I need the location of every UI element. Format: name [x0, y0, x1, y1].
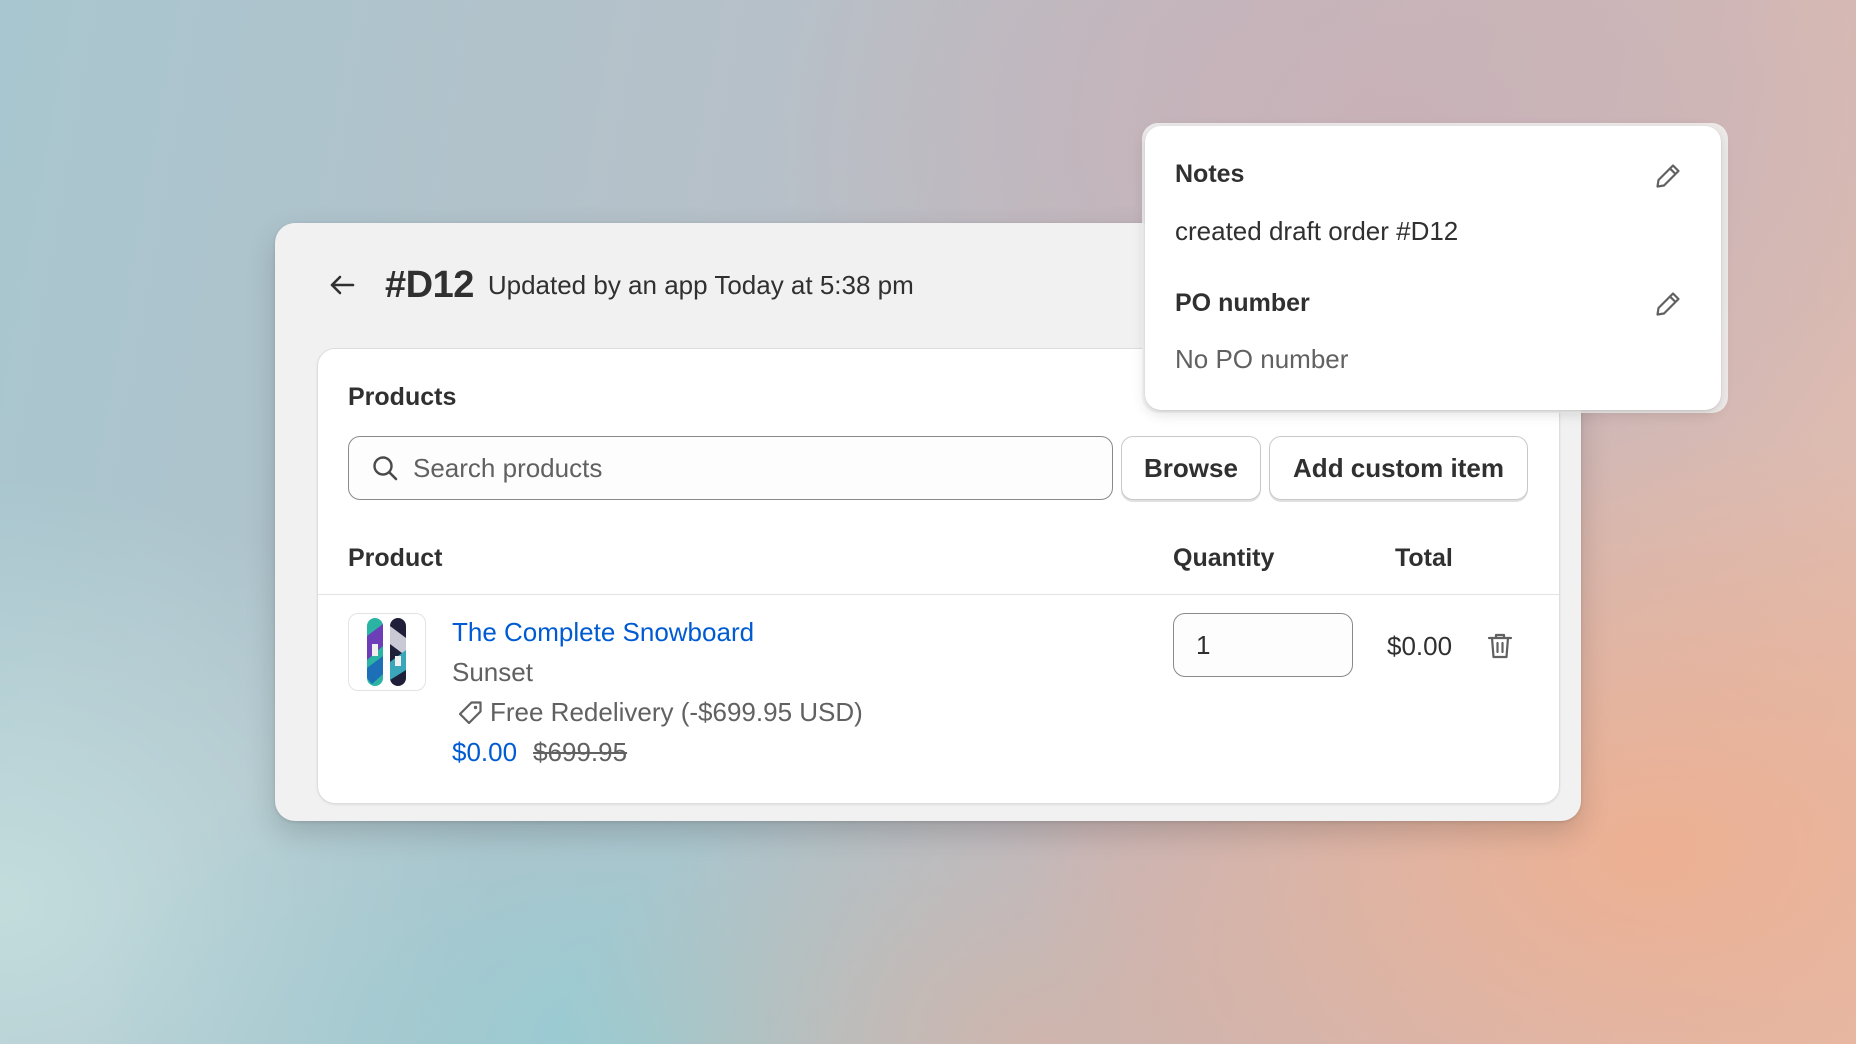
pencil-icon: [1656, 292, 1680, 316]
search-icon: [373, 456, 398, 481]
edit-po-number-button[interactable]: [1650, 286, 1686, 322]
po-number-title: PO number: [1175, 289, 1310, 317]
updated-timestamp: Updated by an app Today at 5:38 pm: [487, 269, 914, 300]
snowboard-image: [367, 618, 406, 686]
discounted-price: $0.00: [452, 737, 518, 767]
add-custom-item-button[interactable]: Add custom item: [1269, 436, 1528, 500]
notes-title: Notes: [1175, 160, 1245, 188]
page-title: #D12: [385, 263, 474, 306]
trash-icon: [1487, 633, 1513, 659]
search-field[interactable]: [348, 436, 1113, 500]
notes-text: created draft order #D12: [1175, 216, 1459, 246]
po-number-text: No PO number: [1175, 344, 1349, 374]
pencil-icon: [1656, 164, 1680, 188]
search-input[interactable]: [413, 452, 1093, 484]
quantity-input[interactable]: [1173, 613, 1353, 677]
product-variant: Sunset: [452, 657, 533, 687]
discount-label: Free Redelivery (-$699.95 USD): [490, 697, 863, 727]
edit-notes-button[interactable]: [1650, 158, 1686, 194]
column-header-product: Product: [348, 544, 443, 572]
table-divider: [318, 594, 1559, 595]
tag-icon: [458, 700, 482, 724]
original-price: $699.95: [533, 737, 628, 767]
product-thumbnail: [348, 613, 426, 691]
products-card: Products Browse Add custom item Product …: [317, 348, 1560, 804]
page-header: #D12 Updated by an app Today at 5:38 pm: [325, 253, 914, 317]
line-item-total: $0.00: [1387, 631, 1453, 661]
price-group: $0.00 $699.95: [452, 737, 627, 768]
notes-panel: Notes created draft order #D12 PO number…: [1145, 126, 1721, 410]
arrow-left-icon: [330, 275, 355, 295]
discount-info: Free Redelivery (-$699.95 USD): [456, 697, 863, 728]
back-button[interactable]: [325, 268, 359, 302]
column-header-total: Total: [1395, 544, 1453, 572]
product-name-link[interactable]: The Complete Snowboard: [452, 617, 754, 648]
products-title: Products: [348, 383, 457, 411]
delete-line-item-button[interactable]: [1483, 629, 1517, 663]
column-header-quantity: Quantity: [1173, 544, 1275, 572]
browse-button[interactable]: Browse: [1121, 436, 1261, 500]
